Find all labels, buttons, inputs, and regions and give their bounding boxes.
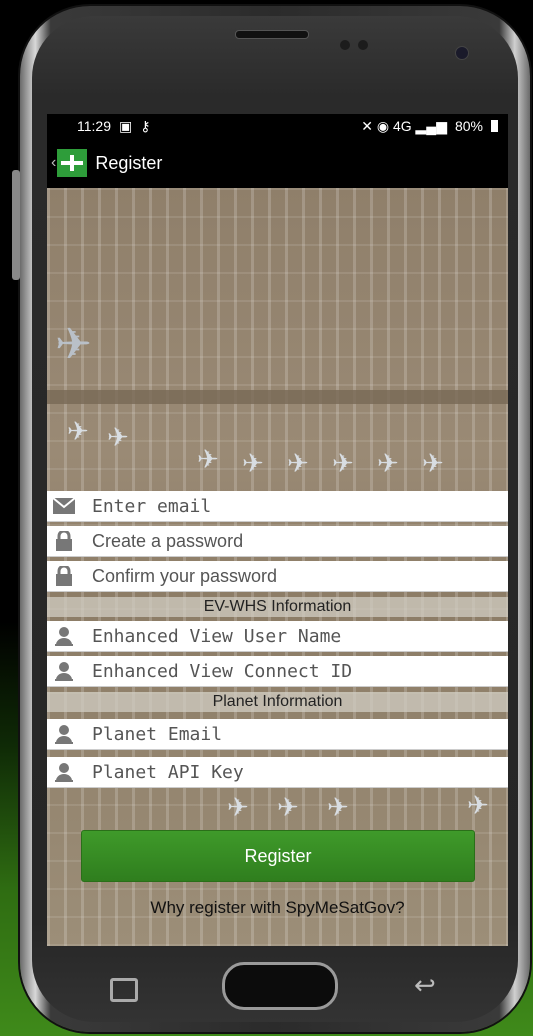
status-right: ✕ ◉ 4G ▂▄▆ 80% — [361, 118, 498, 135]
plane-graphic: ✈ — [55, 320, 92, 369]
person-icon — [53, 661, 75, 681]
confirm-password-field[interactable]: Confirm your password — [47, 561, 508, 592]
plane-graphic: ✈ — [287, 448, 309, 478]
recent-apps-icon[interactable] — [110, 978, 138, 1002]
plane-graphic: ✈ — [332, 448, 354, 478]
plane-graphic: ✈ — [242, 448, 264, 478]
ev-username-field[interactable]: Enhanced View User Name — [47, 621, 508, 652]
plane-graphic: ✈ — [327, 792, 349, 822]
app-bar[interactable]: ‹ Register — [47, 138, 508, 188]
ev-whs-section-label: EV-WHS Information — [47, 597, 508, 617]
earpiece-speaker — [235, 30, 309, 39]
envelope-icon — [53, 498, 75, 514]
plane-graphic: ✈ — [67, 416, 89, 446]
light-sensor — [358, 40, 368, 50]
password-placeholder: Create a password — [92, 530, 244, 551]
planet-api-key-field[interactable]: Planet API Key — [47, 757, 508, 788]
password-field[interactable]: Create a password — [47, 526, 508, 557]
back-arrow-icon[interactable]: ↩ — [414, 970, 436, 1001]
lock-icon — [53, 531, 75, 551]
email-placeholder: Enter email — [92, 495, 212, 517]
screen: 11:29 ▣ ⚷ ✕ ◉ 4G ▂▄▆ 80% ‹ Register ✈ ✈ … — [47, 114, 508, 946]
plane-graphic: ✈ — [377, 448, 399, 478]
plane-graphic: ✈ — [107, 422, 129, 452]
app-bar-title: Register — [95, 152, 163, 173]
plane-graphic: ✈ — [227, 792, 249, 822]
confirm-password-placeholder: Confirm your password — [92, 565, 278, 586]
background-road — [47, 390, 508, 404]
app-logo-icon — [57, 149, 88, 177]
planet-section-label: Planet Information — [47, 692, 508, 712]
planet-email-field[interactable]: Planet Email — [47, 719, 508, 750]
proximity-sensor — [340, 40, 350, 50]
status-time: 11:29 — [77, 118, 111, 134]
image-notification-icon: ▣ — [119, 117, 133, 134]
status-bar: 11:29 ▣ ⚷ ✕ ◉ 4G ▂▄▆ 80% — [47, 114, 508, 138]
planet-api-key-placeholder: Planet API Key — [92, 761, 244, 783]
front-camera — [455, 46, 469, 60]
battery-icon — [491, 120, 498, 132]
status-left: 11:29 ▣ ⚷ — [77, 118, 151, 135]
satellite-image-background: ✈ ✈ ✈ ✈ ✈ ✈ ✈ ✈ ✈ Enter email Create a p… — [47, 188, 508, 946]
ev-username-placeholder: Enhanced View User Name — [92, 625, 342, 647]
register-button[interactable]: Register — [81, 830, 475, 882]
back-chevron-icon[interactable]: ‹ — [51, 154, 56, 172]
person-icon — [53, 762, 75, 782]
plane-graphic: ✈ — [422, 448, 444, 478]
side-volume-button — [12, 170, 20, 280]
ev-connect-id-field[interactable]: Enhanced View Connect ID — [47, 656, 508, 687]
signal-indicators: ✕ ◉ 4G ▂▄▆ — [361, 117, 447, 134]
plane-graphic: ✈ — [467, 790, 489, 820]
person-icon — [53, 626, 75, 646]
ev-connect-id-placeholder: Enhanced View Connect ID — [92, 660, 353, 682]
email-field[interactable]: Enter email — [47, 491, 508, 522]
person-icon — [53, 724, 75, 744]
planet-email-placeholder: Planet Email — [92, 723, 223, 745]
home-button[interactable] — [222, 962, 338, 1010]
plane-graphic: ✈ — [197, 444, 219, 474]
key-notification-icon: ⚷ — [140, 117, 151, 134]
lock-icon — [53, 566, 75, 586]
battery-percent: 80% — [454, 118, 483, 134]
why-register-link[interactable]: Why register with SpyMeSatGov? — [47, 898, 508, 918]
plane-graphic: ✈ — [277, 792, 299, 822]
